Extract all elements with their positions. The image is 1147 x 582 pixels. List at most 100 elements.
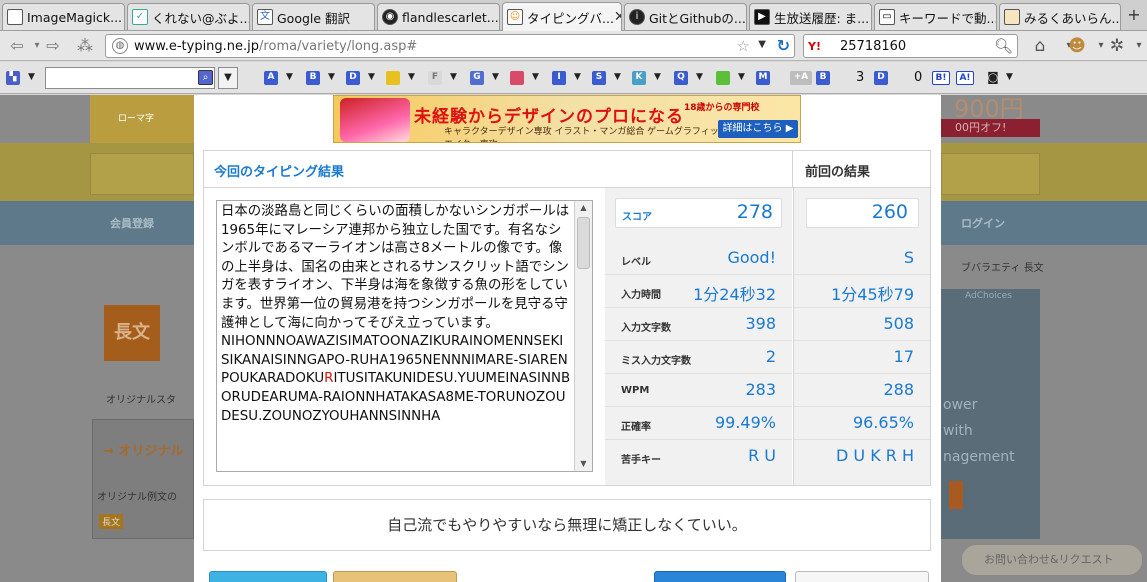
dropdown-icon[interactable]: ▼ [738, 72, 745, 82]
dropdown-icon[interactable]: ▼ [450, 72, 457, 82]
tag-b[interactable]: B [816, 71, 830, 85]
scroll-thumb[interactable] [577, 217, 590, 269]
prev-value: 508 [883, 314, 914, 333]
bg-long-badge: 長文 [104, 305, 160, 361]
japanese-text: 日本の淡路島と同じくらいの面積しかないシンガポールは1965年にマレーシア連邦か… [221, 204, 570, 331]
toolbar-button-s[interactable]: S [592, 71, 606, 85]
bg-price-off: 00円オフ! [941, 119, 1040, 137]
prev-char-count: 508 [794, 308, 930, 341]
menu-grid-icon[interactable]: ▚ [6, 71, 20, 85]
home-icon[interactable]: ⌂ [1029, 35, 1051, 57]
toolbar-button-d[interactable]: D [346, 71, 360, 85]
tab-etyping[interactable]: ☺ タイピングバ... ✕ [502, 2, 622, 31]
ad-detail-button[interactable]: 詳細はこちら ▶ [718, 120, 798, 138]
toolbar-button-b[interactable]: B [306, 71, 320, 85]
camera-dropdown-icon[interactable]: ▼ [1006, 72, 1013, 82]
new-tab-plus-icon[interactable]: + [1125, 6, 1143, 24]
bug-dropdown-icon[interactable]: ▾ [1128, 35, 1147, 57]
dropdown-icon[interactable]: ▼ [532, 72, 539, 82]
toolbar-search-dropdown[interactable]: ▼ [218, 67, 238, 89]
search-input[interactable]: 25718160 [840, 39, 906, 54]
forward-button[interactable]: ⇨ [42, 35, 64, 57]
tab-keyword-video[interactable]: ▭ キーワードで動... [874, 3, 997, 30]
tab-google-translate[interactable]: 文 Google 翻訳 [252, 3, 375, 30]
bg-header-box-right [941, 153, 1040, 195]
tag-a-bang[interactable]: A! [956, 71, 974, 85]
search-icon[interactable]: 🔍︎ [994, 37, 1013, 55]
prev-miss-count: 17 [794, 341, 930, 374]
dropdown-icon[interactable]: ▼ [654, 72, 661, 82]
tweet-button[interactable] [209, 571, 327, 582]
bg-contact-button: お問い合わせ&リクエスト [962, 545, 1142, 575]
site-identity-icon: ◍ [112, 38, 128, 54]
addon-monkey-icon[interactable]: ☻ [1066, 35, 1088, 57]
github-icon: ◉ [382, 9, 398, 25]
tab-label: ImageMagick... [27, 9, 123, 25]
dropdown-icon[interactable]: ▼ [328, 72, 335, 82]
stat-value: Good! [727, 248, 776, 267]
toolbar-button-m[interactable]: M [756, 71, 770, 85]
tab-label: flandlescarlet... [402, 9, 499, 25]
dropdown-icon[interactable]: ▼ [492, 72, 499, 82]
url-host: www.e-typing.ne.jp [134, 38, 260, 54]
search-engine-icon[interactable]: Y! [808, 40, 836, 53]
toolbar-button-face[interactable] [510, 71, 524, 85]
toolbar-button-notes[interactable] [386, 71, 400, 85]
tab-milk-island[interactable]: みるくあいらん... [999, 3, 1121, 30]
tab-git-github[interactable]: i GitとGithubの... [624, 3, 747, 30]
dropdown-icon[interactable]: ▼ [368, 72, 375, 82]
bg-original-box: → オリジナル オリジナル例文の 長文 [92, 419, 194, 539]
back-to-menu-button[interactable] [795, 571, 929, 582]
toolbar-button-q[interactable]: Q [674, 71, 688, 85]
tag-plus-a[interactable]: +A [790, 71, 812, 85]
address-bar[interactable]: ◍ www.e-typing.ne.jp /roma/variety/long.… [105, 34, 795, 58]
bookmark-star-icon[interactable]: ☆ [737, 37, 750, 55]
toolbar-button-g[interactable]: G [470, 71, 484, 85]
tab-kurenai[interactable]: ✓ くれない@ぶよ... [127, 3, 250, 30]
retry-button[interactable] [654, 571, 786, 582]
google-translate-icon: 文 [257, 9, 273, 25]
dropdown-icon[interactable]: ▼ [614, 72, 621, 82]
stat-accuracy: 正確率 99.49% [605, 407, 792, 440]
bug-icon[interactable]: ✲ [1106, 35, 1128, 57]
toolbar-button-frog[interactable] [716, 71, 730, 85]
toolbar-button-k[interactable]: K [632, 71, 646, 85]
menu-dropdown-icon[interactable]: ▼ [28, 72, 35, 82]
reload-icon[interactable]: ↻ [777, 36, 790, 55]
typed-text-content: 日本の淡路島と同じくらいの面積しかないシンガポールは1965年にマレーシア連邦か… [221, 203, 571, 426]
scroll-up-icon[interactable]: ▲ [575, 201, 592, 215]
share-button[interactable] [333, 571, 457, 582]
tag-b-bang[interactable]: B! [932, 71, 950, 85]
dropdown-icon[interactable]: ▼ [286, 72, 293, 82]
bg-promo-3: nagement [943, 449, 1015, 465]
close-tab-icon[interactable]: ✕ [614, 9, 621, 25]
dropdown-icon[interactable]: ▼ [408, 72, 415, 82]
search-bar[interactable]: Y! 25718160 🔍︎ [803, 34, 1018, 58]
prev-value: 288 [883, 380, 914, 399]
tab-imagemagick[interactable]: ImageMagick... [2, 3, 125, 30]
bg-small-badge: 長文 [99, 514, 124, 529]
toolbar-button-a[interactable]: A [264, 71, 278, 85]
bg-promo-button [949, 481, 963, 509]
dropdown-icon[interactable]: ▼ [696, 72, 703, 82]
bg-logo: ローマ字 [90, 95, 194, 143]
camera-icon[interactable]: ◙ [986, 71, 1000, 85]
dropdown-icon[interactable]: ▼ [574, 72, 581, 82]
twitter-bird-icon: ✓ [132, 9, 148, 25]
tab-github[interactable]: ◉ flandlescarlet... [377, 3, 500, 30]
tab-label: タイピングバ... [527, 10, 614, 26]
scroll-down-icon[interactable]: ▼ [575, 457, 592, 471]
back-button[interactable]: ⇦ [6, 35, 28, 57]
url-dropdown-icon[interactable]: ▼ [758, 39, 766, 50]
toolbar-button-i[interactable]: I [552, 71, 566, 85]
prev-wpm: 288 [794, 374, 930, 407]
toolbar-search-icon[interactable]: ⌕ [198, 70, 213, 85]
tab-live-history[interactable]: ▶ 生放送履歴: ま... [749, 3, 872, 30]
history-icon[interactable]: ⁂ [74, 35, 96, 57]
toolbar-button-f[interactable]: F [428, 71, 442, 85]
typed-text-box[interactable]: 日本の淡路島と同じくらいの面積しかないシンガポールは1965年にマレーシア連邦か… [216, 200, 593, 472]
toolbar-search-field[interactable] [45, 67, 215, 89]
text-scrollbar[interactable]: ▲ ▼ [574, 201, 592, 471]
tag-d[interactable]: D [874, 71, 888, 85]
ad-banner[interactable]: 未経験からデザインのプロになる キャラクターデザイン専攻 イラスト・マンガ総合 … [333, 95, 801, 143]
